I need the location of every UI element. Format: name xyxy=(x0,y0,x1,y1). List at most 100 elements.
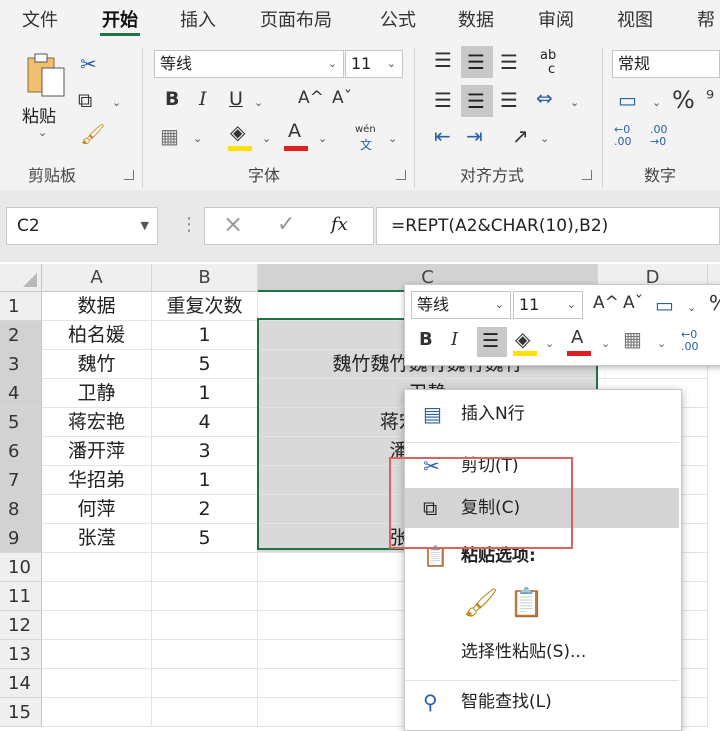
chevron-down-icon[interactable]: ⌄ xyxy=(112,96,121,109)
row-header[interactable]: 14 xyxy=(0,669,42,698)
percent-button[interactable]: % xyxy=(672,88,695,112)
vertical-dots-icon[interactable]: ⋮ xyxy=(180,214,198,235)
tab-help[interactable]: 帮 xyxy=(697,6,715,32)
chevron-down-icon[interactable]: ⌄ xyxy=(687,301,696,314)
cell-a8[interactable]: 何萍 xyxy=(42,495,152,524)
select-all-corner[interactable] xyxy=(0,264,42,292)
wrap-text-top[interactable]: ab xyxy=(540,48,556,63)
borders-icon[interactable]: ▦ xyxy=(160,126,179,146)
mini-currency-icon[interactable]: ▭ xyxy=(655,295,674,315)
chevron-down-icon[interactable]: ⌄ xyxy=(254,96,263,109)
insert-function-icon[interactable]: fx xyxy=(331,214,348,235)
format-painter-icon[interactable]: 🖌 xyxy=(80,124,105,144)
chevron-down-icon[interactable]: ⌄ xyxy=(652,96,661,109)
formula-input[interactable]: =REPT(A2&CHAR(10),B2) xyxy=(376,207,720,245)
cell-a3[interactable]: 魏竹 xyxy=(42,350,152,379)
cell-b4[interactable]: 1 xyxy=(152,379,258,408)
phonetic-guide-top[interactable]: wén xyxy=(355,124,376,135)
menu-item-smart-lookup[interactable]: ⚲ 智能查找(L) xyxy=(405,682,679,722)
cell-a12[interactable] xyxy=(42,611,152,640)
alignment-launcher-icon[interactable] xyxy=(582,170,592,180)
row-header[interactable]: 5 xyxy=(0,408,42,437)
cell-a4[interactable]: 卫静 xyxy=(42,379,152,408)
clipboard-launcher-icon[interactable] xyxy=(124,170,134,180)
shrink-font-button[interactable]: Aˇ xyxy=(332,90,352,107)
align-middle-button[interactable]: ☰ xyxy=(461,46,493,78)
mini-font-name-combo[interactable]: 等线 ⌄ xyxy=(411,291,511,319)
mini-shrink-font-icon[interactable]: Aˇ xyxy=(623,295,643,312)
menu-item-cut[interactable]: ✂ 剪切(T) xyxy=(405,446,679,486)
row-header[interactable]: 4 xyxy=(0,379,42,408)
copy-icon[interactable]: ⧉ xyxy=(78,90,92,110)
cell-a15[interactable] xyxy=(42,698,152,727)
cell-a14[interactable] xyxy=(42,669,152,698)
align-bottom-icon[interactable]: ☰ xyxy=(500,52,518,72)
increase-indent-icon[interactable]: ⇥ xyxy=(466,126,483,146)
tab-view[interactable]: 视图 xyxy=(617,6,653,32)
cell-b12[interactable] xyxy=(152,611,258,640)
column-header-b[interactable]: B xyxy=(152,264,258,292)
row-header[interactable]: 11 xyxy=(0,582,42,611)
cell-a6[interactable]: 潘开萍 xyxy=(42,437,152,466)
tab-formulas[interactable]: 公式 xyxy=(380,6,416,32)
font-size-combo[interactable]: 11 ⌄ xyxy=(345,50,403,78)
cell-a1[interactable]: 数据 xyxy=(42,292,152,321)
mini-italic-button[interactable]: I xyxy=(451,331,458,349)
tab-page-layout[interactable]: 页面布局 xyxy=(260,6,332,32)
cell-a13[interactable] xyxy=(42,640,152,669)
currency-icon[interactable]: ▭ xyxy=(618,90,637,110)
chevron-down-icon[interactable]: ⌄ xyxy=(388,132,397,145)
row-header[interactable]: 2 xyxy=(0,321,42,350)
mini-align-center-button[interactable]: ☰ xyxy=(477,327,507,357)
row-header[interactable]: 15 xyxy=(0,698,42,727)
mini-percent-icon[interactable]: % xyxy=(709,293,720,313)
chevron-down-icon[interactable]: ⌄ xyxy=(262,132,271,145)
cell-b14[interactable] xyxy=(152,669,258,698)
align-top-icon[interactable]: ☰ xyxy=(434,50,452,70)
cell-b1[interactable]: 重复次数 xyxy=(152,292,258,321)
fill-color-icon[interactable]: ◈ xyxy=(230,122,245,142)
cell-b2[interactable]: 1 xyxy=(152,321,258,350)
tab-file[interactable]: 文件 xyxy=(22,6,58,32)
mini-font-color-icon[interactable]: A xyxy=(571,329,583,347)
font-color-icon[interactable]: A xyxy=(288,122,301,141)
row-header[interactable]: 9 xyxy=(0,524,42,553)
font-name-combo[interactable]: 等线 ⌄ xyxy=(154,50,344,78)
tab-home[interactable]: 开始 xyxy=(102,6,138,32)
comma-style-icon[interactable]: ⁹ xyxy=(706,88,714,108)
cell-b11[interactable] xyxy=(152,582,258,611)
cell-a5[interactable]: 蒋宏艳 xyxy=(42,408,152,437)
align-center-button[interactable]: ☰ xyxy=(461,85,493,117)
paste-button[interactable]: 粘贴 ⌄ xyxy=(18,52,74,142)
cell-b5[interactable]: 4 xyxy=(152,408,258,437)
cell-b8[interactable]: 2 xyxy=(152,495,258,524)
mini-grow-font-icon[interactable]: A^ xyxy=(593,295,619,312)
italic-button[interactable]: I xyxy=(199,90,207,109)
column-header-a[interactable]: A xyxy=(42,264,152,292)
cancel-formula-icon[interactable]: × xyxy=(223,210,243,238)
row-header[interactable]: 7 xyxy=(0,466,42,495)
align-right-icon[interactable]: ☰ xyxy=(500,90,518,110)
align-left-icon[interactable]: ☰ xyxy=(434,90,452,110)
row-header[interactable]: 6 xyxy=(0,437,42,466)
cell-b15[interactable] xyxy=(152,698,258,727)
merge-center-icon[interactable]: ⇔ xyxy=(536,88,553,108)
chevron-down-icon[interactable]: ⌄ xyxy=(601,337,610,350)
paste-format-icon[interactable]: 🖌 xyxy=(463,586,499,619)
underline-button[interactable]: U xyxy=(229,90,243,109)
menu-item-copy[interactable]: ⧉ 复制(C) xyxy=(405,488,679,528)
cell-b13[interactable] xyxy=(152,640,258,669)
enter-formula-icon[interactable]: ✓ xyxy=(277,212,295,237)
decrease-indent-icon[interactable]: ⇤ xyxy=(434,126,451,146)
mini-increase-decimal-icon[interactable]: ←0.00 xyxy=(681,329,699,353)
mini-borders-icon[interactable]: ▦ xyxy=(623,329,642,349)
cell-b10[interactable] xyxy=(152,553,258,582)
paste-values-icon[interactable]: 📋 xyxy=(509,586,544,619)
cell-a7[interactable]: 华招弟 xyxy=(42,466,152,495)
chevron-down-icon[interactable]: ⌄ xyxy=(318,132,327,145)
row-header[interactable]: 13 xyxy=(0,640,42,669)
cell-b3[interactable]: 5 xyxy=(152,350,258,379)
orientation-icon[interactable]: ↗ xyxy=(512,126,529,146)
row-header[interactable]: 8 xyxy=(0,495,42,524)
mini-font-size-combo[interactable]: 11 ⌄ xyxy=(513,291,583,319)
